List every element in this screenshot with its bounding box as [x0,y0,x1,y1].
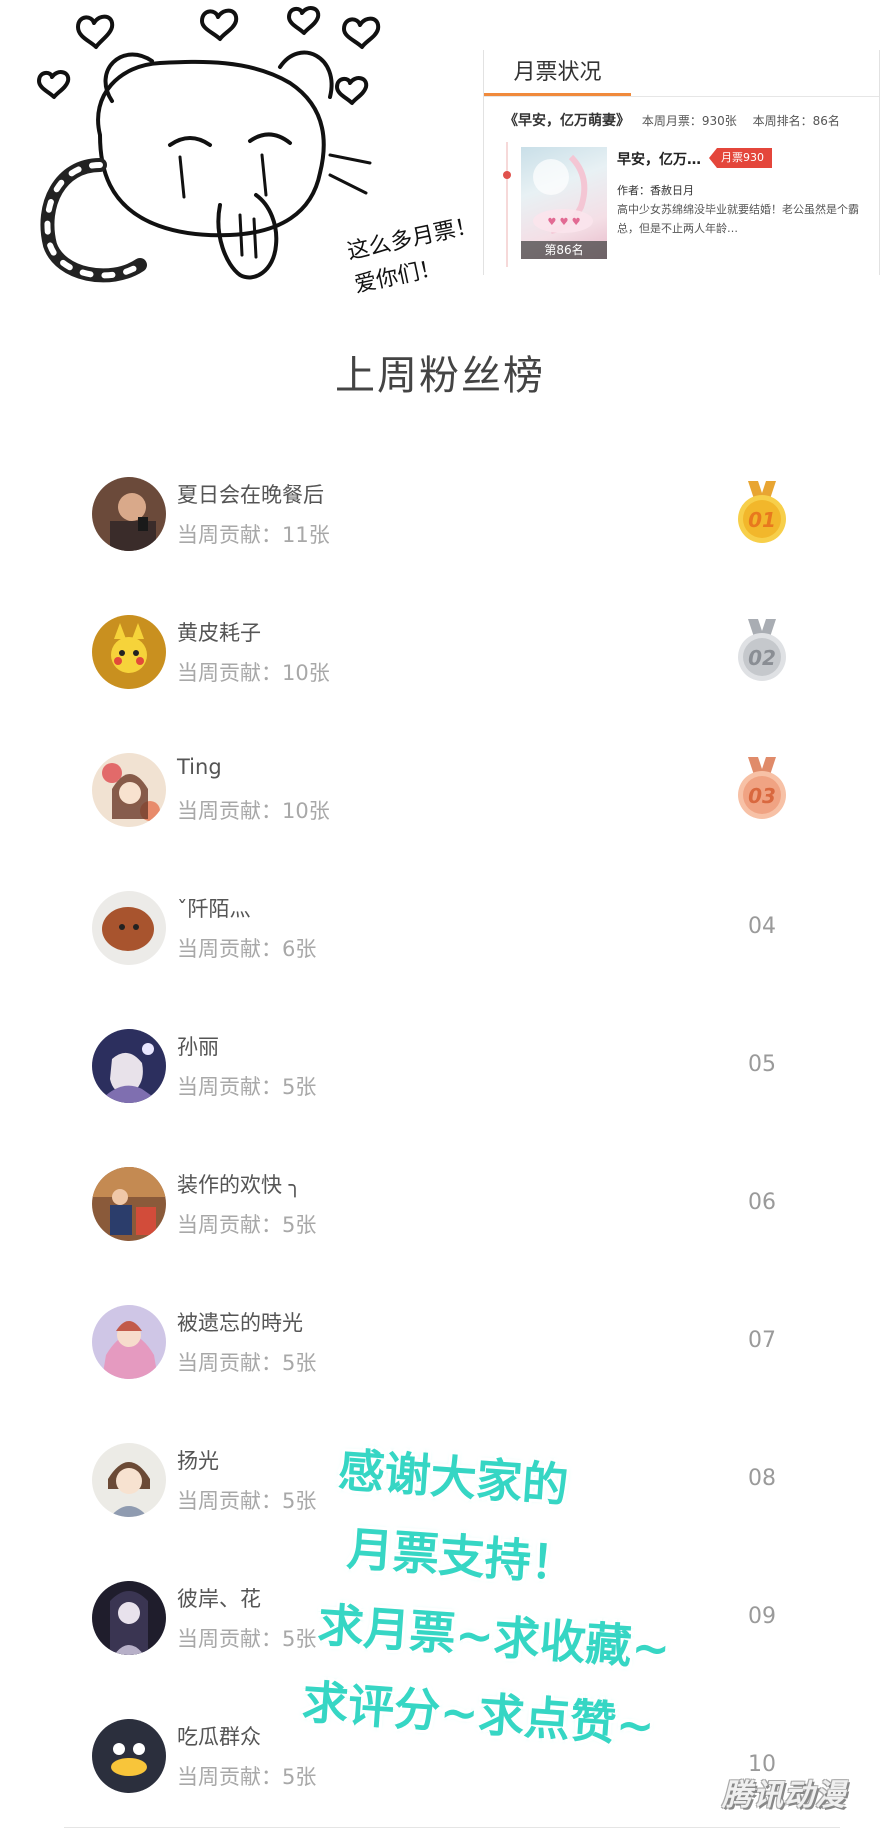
book-card-title[interactable]: 早安，亿万… [617,149,701,169]
timeline-line [506,142,508,267]
fan-contribution: 当周贡献：5张 [177,1627,317,1651]
fan-ranking-title: 上周粉丝榜 [335,353,545,399]
fan-name: Ting [177,755,222,779]
fan-row[interactable]: 被遗忘的時光 当周贡献：5张 07 [0,1278,880,1398]
ticket-count-badge: 月票930 [709,148,772,168]
fan-contribution: 当周贡献：10张 [177,799,330,823]
fan-name: 扬光 [177,1449,219,1473]
fan-rank-number: 06 [748,1190,776,1215]
fan-row[interactable]: ˇ阡陌灬 当周贡献：6张 04 [0,864,880,984]
fan-rank-number: 05 [748,1052,776,1077]
fan-contribution: 当周贡献：5张 [177,1213,317,1237]
fan-row[interactable]: Ting 当周贡献：10张 03 [0,726,880,846]
fan-contribution: 当周贡献：5张 [177,1075,317,1099]
panel-tab-bar: 月票状况 [484,50,879,97]
fan-row[interactable]: 孙丽 当周贡献：5张 05 [0,1002,880,1122]
monthly-ticket-panel: 月票状况 《早安，亿万萌妻》 本周月票：930张 本周排名：86名 ♥ ♥ ♥ … [483,50,880,275]
book-stats-line: 《早安，亿万萌妻》 本周月票：930张 本周排名：86名 [504,110,874,130]
fan-avatar[interactable] [92,891,166,965]
fan-contribution: 当周贡献：5张 [177,1351,317,1375]
book-title-link[interactable]: 《早安，亿万萌妻》 [504,113,630,129]
fan-contribution: 当周贡献：10张 [177,661,330,685]
book-cover[interactable]: ♥ ♥ ♥ 第86名 [521,147,607,259]
fan-row[interactable]: 装作的欢快 ╮ 当周贡献：5张 06 [0,1140,880,1260]
fan-avatar[interactable] [92,477,166,551]
svg-text:03: 03 [748,784,776,808]
fan-avatar[interactable] [92,1443,166,1517]
fan-name: 装作的欢快 ╮ [177,1173,302,1197]
fan-contribution: 当周贡献：11张 [177,523,330,547]
fan-avatar[interactable] [92,1719,166,1793]
svg-text:02: 02 [748,646,776,670]
bronze-medal-icon: 03 [738,757,786,819]
fan-contribution: 当周贡献：5张 [177,1765,317,1789]
fan-avatar[interactable] [92,615,166,689]
fan-row[interactable]: 黄皮耗子 当周贡献：10张 02 [0,588,880,708]
fan-name: 吃瓜群众 [177,1725,261,1749]
book-author: 作者：香赦日月 [617,184,694,197]
fan-rank-number: 04 [748,914,776,939]
fan-avatar[interactable] [92,1167,166,1241]
weekly-rank: 本周排名：86名 [752,114,840,128]
weekly-tickets: 本周月票：930张 [641,114,737,128]
fan-avatar[interactable] [92,1305,166,1379]
tab-monthly-ticket-status[interactable]: 月票状况 [484,50,631,96]
cover-rank-label: 第86名 [521,241,607,259]
fan-name: 黄皮耗子 [177,621,261,645]
fan-row[interactable]: 夏日会在晚餐后 当周贡献：11张 01 [0,450,880,570]
fan-name: 孙丽 [177,1035,219,1059]
fan-avatar[interactable] [92,1029,166,1103]
silver-medal-icon: 02 [738,619,786,681]
fan-name: 夏日会在晚餐后 [177,483,324,507]
fan-rank-number: 07 [748,1328,776,1353]
fan-name: 彼岸、花 [177,1587,261,1611]
svg-text:01: 01 [748,508,776,532]
tencent-comic-watermark: 腾讯动漫 [722,1778,846,1813]
book-description: 高中少女苏绵绵没毕业就要结婚！老公虽然是个霸总，但是不止两人年龄… [617,203,859,235]
fan-contribution: 当周贡献：6张 [177,937,317,961]
gold-medal-icon: 01 [738,481,786,543]
list-bottom-divider [64,1827,840,1828]
timeline-dot [503,171,511,179]
fan-avatar[interactable] [92,1581,166,1655]
fan-name: ˇ阡陌灬 [177,897,251,921]
fan-name: 被遗忘的時光 [177,1311,303,1335]
thank-you-overlay: 感谢大家的 月票支持！ 求月票~求收藏~ 求评分~求点赞~ [301,1431,761,1772]
fan-avatar[interactable] [92,753,166,827]
svg-text:♥ ♥ ♥: ♥ ♥ ♥ [547,217,580,228]
fan-contribution: 当周贡献：5张 [177,1489,317,1513]
